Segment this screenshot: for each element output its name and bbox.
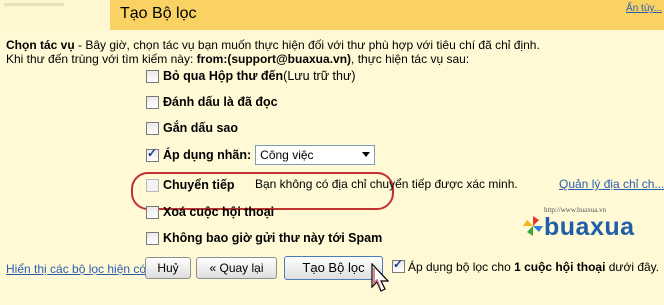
mark-read-checkbox[interactable] (146, 95, 159, 109)
header-left-panel (0, 0, 110, 30)
mouse-cursor-icon (371, 263, 390, 292)
instructions-line2-prefix: Khi thư đến trùng với tìm kiếm này: (6, 52, 197, 66)
never-spam-label: Không bao giờ gửi thư này tới Spam (163, 231, 383, 245)
option-forward[interactable]: Chuyển tiếp (146, 177, 235, 193)
header-decoration (4, 3, 64, 6)
hide-options-link[interactable]: Ẩn tùy... (626, 3, 662, 14)
option-skip-inbox[interactable]: Bỏ qua Hộp thư đến (Lưu trữ thư) (146, 68, 356, 84)
instructions: Chọn tác vụ - Bây giờ, chọn tác vụ bạn m… (6, 38, 540, 66)
apply-label-checkbox[interactable] (146, 146, 159, 162)
star-checkbox[interactable] (146, 121, 159, 135)
option-delete[interactable]: Xoá cuộc hội thoại (146, 204, 274, 220)
apply-existing-prefix: Áp dụng bộ lọc cho (408, 260, 515, 274)
show-filters-link[interactable]: Hiển thị các bộ lọc hiện có (6, 262, 146, 276)
delete-checkbox[interactable] (146, 205, 159, 219)
pinwheel-icon (523, 216, 543, 236)
forward-message: Bạn không có địa chỉ chuyển tiếp được xá… (255, 177, 518, 191)
instructions-line1: - Bây giờ, chọn tác vụ bạn muốn thực hiệ… (74, 38, 540, 52)
header-bar: Tạo Bộ lọc Ẩn tùy... (0, 0, 664, 30)
instructions-heading: Chọn tác vụ (6, 38, 75, 52)
apply-existing-count: 1 cuộc hội thoại (514, 260, 606, 274)
never-spam-checkbox[interactable] (146, 231, 159, 245)
skip-inbox-note: (Lưu trữ thư) (283, 69, 356, 83)
apply-label-label: Áp dụng nhãn: (163, 148, 252, 162)
filter-actions-panel: Chọn tác vụ - Bây giờ, chọn tác vụ bạn m… (0, 30, 664, 305)
apply-existing-checkbox[interactable] (392, 257, 405, 273)
option-star[interactable]: Gắn dấu sao (146, 120, 238, 136)
apply-existing-suffix: dưới đây. (605, 260, 660, 274)
create-filter-button[interactable]: Tạo Bộ lọc (284, 256, 383, 280)
label-select-value: Công việc (260, 148, 314, 162)
apply-existing-text: Áp dụng bộ lọc cho 1 cuộc hội thoại dưới… (408, 259, 659, 276)
forward-checkbox[interactable] (146, 178, 159, 192)
back-button[interactable]: « Quay lại (196, 257, 277, 279)
option-apply-label[interactable]: Áp dụng nhãn: Công việc (146, 145, 376, 165)
instructions-line2-suffix: , thực hiện tác vụ sau: (351, 52, 470, 66)
option-mark-read[interactable]: Đánh dấu là đã đọc (146, 94, 278, 110)
skip-inbox-label: Bỏ qua Hộp thư đến (163, 69, 284, 83)
mark-read-label: Đánh dấu là đã đọc (163, 95, 278, 109)
search-query: from:(support@buaxua.vn) (196, 52, 352, 66)
delete-label: Xoá cuộc hội thoại (163, 205, 275, 219)
label-select[interactable]: Công việc (255, 145, 376, 165)
page-title: Tạo Bộ lọc (120, 5, 197, 22)
skip-inbox-checkbox[interactable] (146, 69, 159, 83)
option-never-spam[interactable]: Không bao giờ gửi thư này tới Spam (146, 230, 382, 246)
forward-label: Chuyển tiếp (163, 178, 235, 192)
cancel-button[interactable]: Huỷ (145, 257, 191, 279)
buaxua-logo: http://www.buaxua.vn buaxua (522, 206, 657, 246)
manage-forwarding-link[interactable]: Quản lý địa chỉ ch... (559, 177, 664, 191)
chevron-down-icon (362, 152, 371, 157)
logo-text: buaxua (544, 213, 635, 241)
star-label: Gắn dấu sao (163, 121, 239, 135)
